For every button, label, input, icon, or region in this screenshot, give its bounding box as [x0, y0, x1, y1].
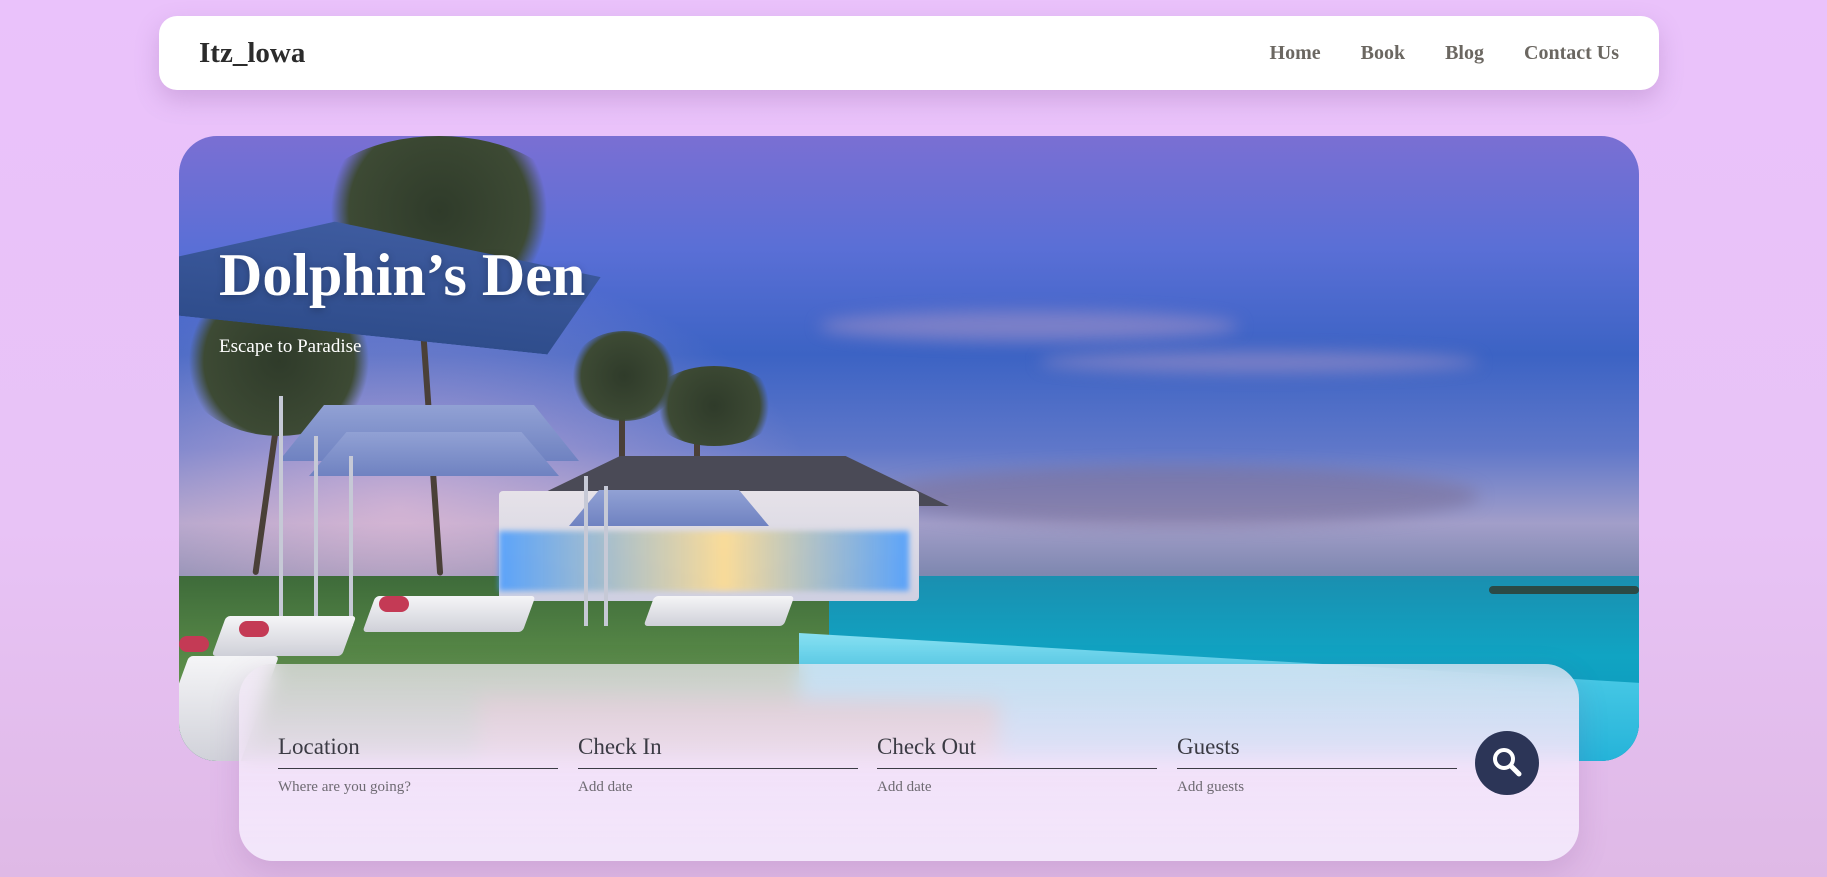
nav-link-contact-us[interactable]: Contact Us	[1524, 42, 1619, 65]
check-out-input[interactable]	[877, 779, 1157, 796]
pavilion-lights	[499, 531, 909, 591]
location-field: Location	[278, 734, 558, 796]
lounger	[211, 616, 357, 656]
cloud	[879, 466, 1479, 526]
palm-crown	[649, 366, 779, 446]
pillow	[379, 596, 409, 612]
hero-title: Dolphin’s Den	[219, 242, 586, 308]
guests-label: Guests	[1177, 734, 1457, 769]
umbrella-pole	[604, 486, 608, 626]
check-in-field: Check In	[578, 734, 858, 796]
nav-links: Home Book Blog Contact Us	[1270, 42, 1619, 65]
check-in-input[interactable]	[578, 779, 858, 796]
umbrella-pole	[279, 396, 283, 646]
umbrella-pole	[314, 436, 318, 636]
guests-field: Guests	[1177, 734, 1457, 796]
check-in-label: Check In	[578, 734, 858, 769]
check-out-field: Check Out	[877, 734, 1157, 796]
nav-link-home[interactable]: Home	[1270, 42, 1321, 65]
horizon-island	[1489, 586, 1639, 594]
pillow	[239, 621, 269, 637]
check-out-label: Check Out	[877, 734, 1157, 769]
guests-input[interactable]	[1177, 779, 1457, 796]
umbrella-pole	[349, 456, 353, 626]
brand-logo[interactable]: Itz_lowa	[199, 37, 305, 70]
cloud	[1039, 351, 1479, 373]
nav-link-blog[interactable]: Blog	[1445, 42, 1484, 65]
location-label: Location	[278, 734, 558, 769]
location-input[interactable]	[278, 779, 558, 796]
search-button[interactable]	[1475, 731, 1539, 795]
nav-link-book[interactable]: Book	[1361, 42, 1405, 65]
navbar: Itz_lowa Home Book Blog Contact Us	[159, 16, 1659, 90]
search-panel: Location Check In Check Out Guests	[239, 664, 1579, 861]
hero-subtitle: Escape to Paradise	[219, 336, 362, 357]
lounger	[643, 596, 795, 626]
umbrella-pole	[584, 476, 588, 626]
search-icon	[1491, 746, 1523, 781]
cloud	[819, 311, 1239, 341]
pillow	[179, 636, 209, 652]
